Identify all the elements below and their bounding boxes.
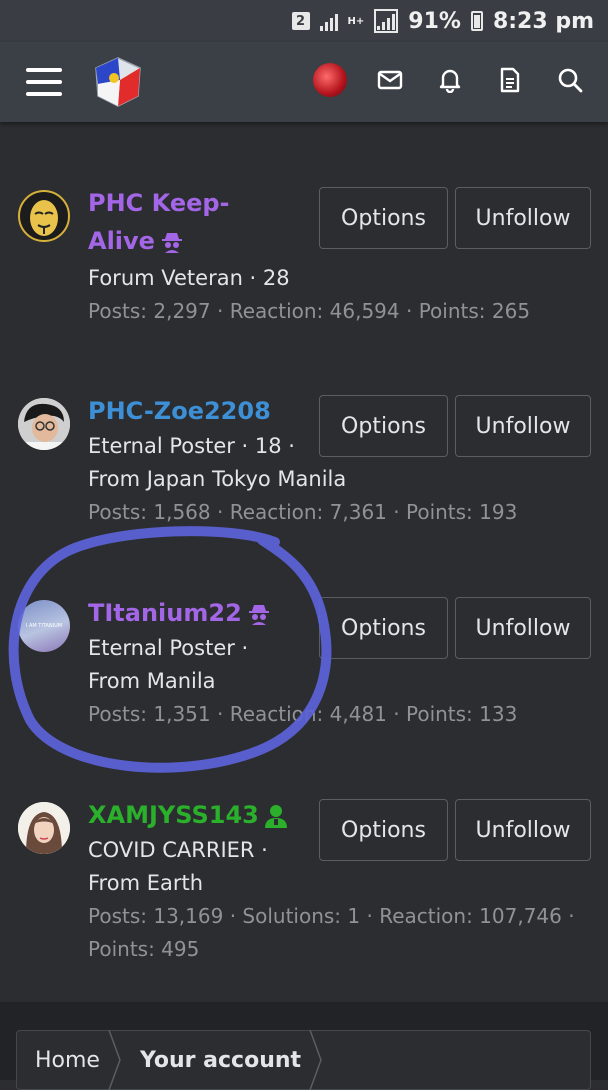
network-type: H+	[347, 15, 365, 27]
member-title: COVID CARRIER ·	[88, 838, 268, 862]
options-button[interactable]: Options	[319, 187, 448, 249]
site-logo[interactable]	[90, 54, 146, 110]
spy-icon	[161, 233, 182, 253]
unfollow-button[interactable]: Unfollow	[455, 395, 591, 457]
member-name[interactable]: PHC Keep- Alive	[88, 184, 230, 260]
member-stats: Points: 495	[88, 937, 200, 961]
battery-icon	[470, 11, 483, 31]
avatar-text: I AM TITANIUM	[25, 623, 63, 629]
breadcrumb-current-label: Your account	[139, 1047, 302, 1073]
member-title: Eternal Poster ·	[88, 636, 249, 660]
member-location: From Manila	[88, 669, 216, 693]
avatar[interactable]	[18, 398, 70, 450]
member-name-line: PHC Keep-	[88, 189, 230, 217]
member-name[interactable]: TItanium22	[88, 594, 270, 632]
member-name-line: Alive	[88, 227, 155, 255]
member-location: From Earth	[88, 871, 204, 895]
options-button[interactable]: Options	[319, 799, 448, 861]
breadcrumb: Home Your account	[16, 1030, 591, 1090]
unfollow-button[interactable]: Unfollow	[455, 799, 591, 861]
mail-icon[interactable]	[372, 62, 408, 98]
spy-icon	[248, 605, 269, 625]
following-list: PHC Keep- Alive Forum Veteran · 28 Posts…	[0, 122, 608, 1002]
member-title: Eternal Poster · 18 ·	[88, 434, 295, 458]
chevron-right-icon	[309, 1030, 322, 1090]
user-avatar[interactable]	[312, 62, 348, 98]
battery-percent: 91%	[408, 8, 461, 34]
breadcrumb-current[interactable]: Your account	[122, 1030, 323, 1090]
chevron-right-icon	[108, 1030, 121, 1090]
member-stats: Posts: 1,351 · Reaction: 4,481 · Points:…	[88, 702, 518, 726]
options-button[interactable]: Options	[319, 395, 448, 457]
member-name[interactable]: PHC-Zoe2208	[88, 392, 271, 430]
menu-icon[interactable]	[26, 68, 62, 96]
signal-icon-2	[374, 9, 399, 33]
unfollow-button[interactable]: Unfollow	[455, 187, 591, 249]
member-name[interactable]: XAMJYSS143	[88, 796, 287, 834]
member-stats: Posts: 13,169 · Solutions: 1 · Reaction:…	[88, 904, 575, 928]
unfollow-button[interactable]: Unfollow	[455, 597, 591, 659]
member-name-line: TItanium22	[88, 599, 242, 627]
breadcrumb-home-label: Home	[35, 1047, 100, 1073]
breadcrumb-home[interactable]: Home	[17, 1030, 122, 1090]
member-stats: Posts: 2,297 · Reaction: 46,594 · Points…	[88, 299, 531, 323]
avatar[interactable]: I AM TITANIUM	[18, 600, 70, 652]
status-bar: 2 H+ 91% 8:23 pm	[0, 0, 608, 42]
search-icon[interactable]	[552, 62, 588, 98]
member-name-line: XAMJYSS143	[88, 801, 259, 829]
member-title: Forum Veteran · 28	[88, 266, 290, 290]
member-stats: Posts: 1,568 · Reaction: 7,361 · Points:…	[88, 500, 518, 524]
sim-icon: 2	[291, 12, 310, 30]
member-name-line: PHC-Zoe2208	[88, 397, 271, 425]
document-icon[interactable]	[492, 62, 528, 98]
user-icon	[264, 805, 287, 828]
bell-icon[interactable]	[432, 62, 468, 98]
footer: Home Your account	[0, 1002, 608, 1090]
top-navigation	[0, 42, 608, 122]
avatar[interactable]	[18, 190, 70, 242]
avatar[interactable]	[18, 802, 70, 854]
signal-icon	[319, 11, 338, 31]
options-button[interactable]: Options	[319, 597, 448, 659]
clock: 8:23 pm	[492, 8, 594, 34]
member-location: From Japan Tokyo Manila	[88, 467, 347, 491]
